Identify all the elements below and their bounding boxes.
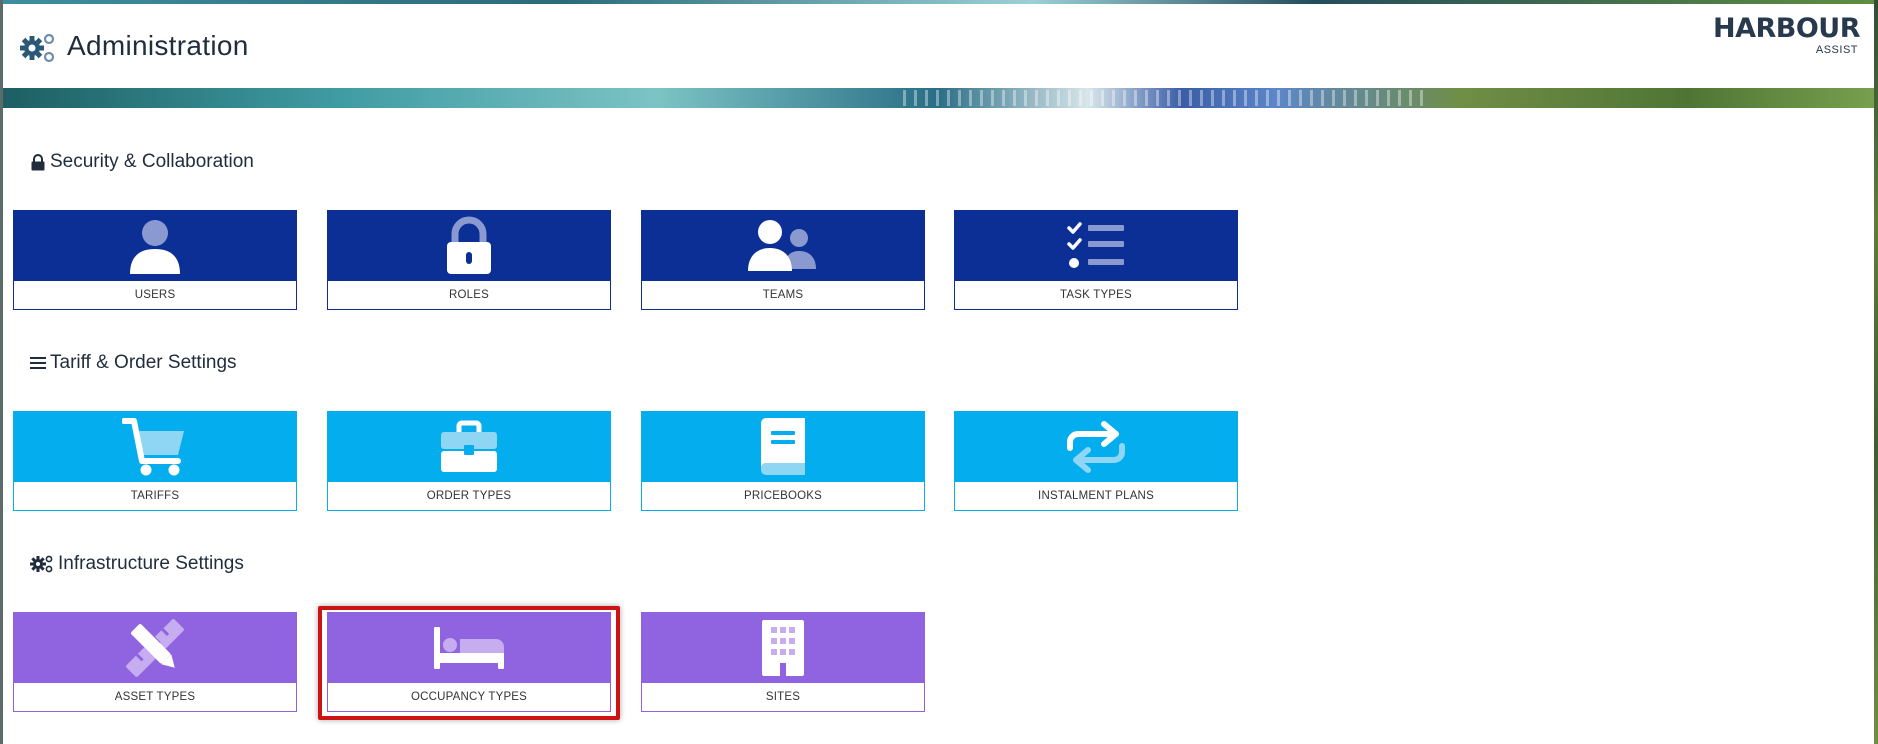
tile-task-types[interactable]: TASK TYPES xyxy=(954,210,1238,310)
pencil-ruler-icon xyxy=(126,619,184,677)
tile-label: TASK TYPES xyxy=(1060,288,1132,301)
section-heading-tariff: Tariff & Order Settings xyxy=(30,352,237,374)
tile-label: PRICEBOOKS xyxy=(743,489,823,502)
building-icon xyxy=(762,620,804,676)
tile-icon-area xyxy=(14,412,296,482)
header-top-strip xyxy=(3,0,1874,4)
book-icon xyxy=(761,418,805,475)
tile-order-types[interactable]: ORDER TYPES xyxy=(327,411,611,511)
tile-icon-area xyxy=(328,211,610,281)
banner-boats xyxy=(903,90,1423,106)
task-list-icon xyxy=(1067,222,1124,268)
harbour-assist-logo: HARBOUR ASSIST xyxy=(1710,13,1861,60)
cogs-icon xyxy=(20,33,55,63)
padlock-icon xyxy=(447,216,491,274)
tile-icon-area xyxy=(14,211,296,281)
lock-icon xyxy=(31,153,45,170)
tile-label: USERS xyxy=(134,288,176,301)
tile-users[interactable]: USERS xyxy=(13,210,297,310)
tile-asset-types[interactable]: ASSET TYPES xyxy=(13,612,297,712)
tile-instalment-plans[interactable]: INSTALMENT PLANS xyxy=(954,411,1238,511)
tile-label: ORDER TYPES xyxy=(426,489,512,502)
window-edge-left xyxy=(0,0,3,744)
section-heading-label: Tariff & Order Settings xyxy=(50,352,237,373)
tile-label: ASSET TYPES xyxy=(114,690,196,703)
section-heading-security: Security & Collaboration xyxy=(30,151,254,173)
page-header: Administration HARBOUR ASSIST xyxy=(3,0,1874,108)
tile-icon-area xyxy=(14,613,296,683)
list-lines-icon xyxy=(30,357,46,369)
section-heading-label: Infrastructure Settings xyxy=(58,553,244,574)
tile-label: TEAMS xyxy=(762,288,804,301)
tile-sites[interactable]: SITES xyxy=(641,612,925,712)
shopping-cart-icon xyxy=(122,418,184,476)
tile-label: ROLES xyxy=(449,288,489,301)
selection-highlight xyxy=(318,606,620,720)
window-edge-right xyxy=(1874,0,1878,744)
user-icon xyxy=(130,220,180,274)
tile-tariffs[interactable]: TARIFFS xyxy=(13,411,297,511)
tile-icon-area xyxy=(955,412,1237,482)
tile-icon-area xyxy=(642,613,924,683)
cogs-icon xyxy=(30,555,53,573)
section-heading-label: Security & Collaboration xyxy=(50,151,254,172)
tile-icon-area xyxy=(642,211,924,281)
tile-label: TARIFFS xyxy=(130,489,180,502)
section-heading-infrastructure: Infrastructure Settings xyxy=(30,553,244,575)
tile-label: INSTALMENT PLANS xyxy=(1038,489,1154,502)
tile-pricebooks[interactable]: PRICEBOOKS xyxy=(641,411,925,511)
admin-page: Administration HARBOUR ASSIST Security &… xyxy=(0,0,1878,744)
page-title: Administration xyxy=(67,30,249,61)
tile-roles[interactable]: ROLES xyxy=(327,210,611,310)
users-group-icon xyxy=(748,220,816,271)
tile-icon-area xyxy=(642,412,924,482)
tile-label: SITES xyxy=(765,690,801,703)
logo-text: HARBOUR xyxy=(1712,13,1861,44)
tile-icon-area xyxy=(955,211,1237,281)
repeat-icon xyxy=(1067,421,1125,473)
logo-subtext: ASSIST xyxy=(1815,44,1858,56)
briefcase-icon xyxy=(441,420,497,472)
header-background xyxy=(3,0,1874,88)
tile-teams[interactable]: TEAMS xyxy=(641,210,925,310)
tile-icon-area xyxy=(328,412,610,482)
